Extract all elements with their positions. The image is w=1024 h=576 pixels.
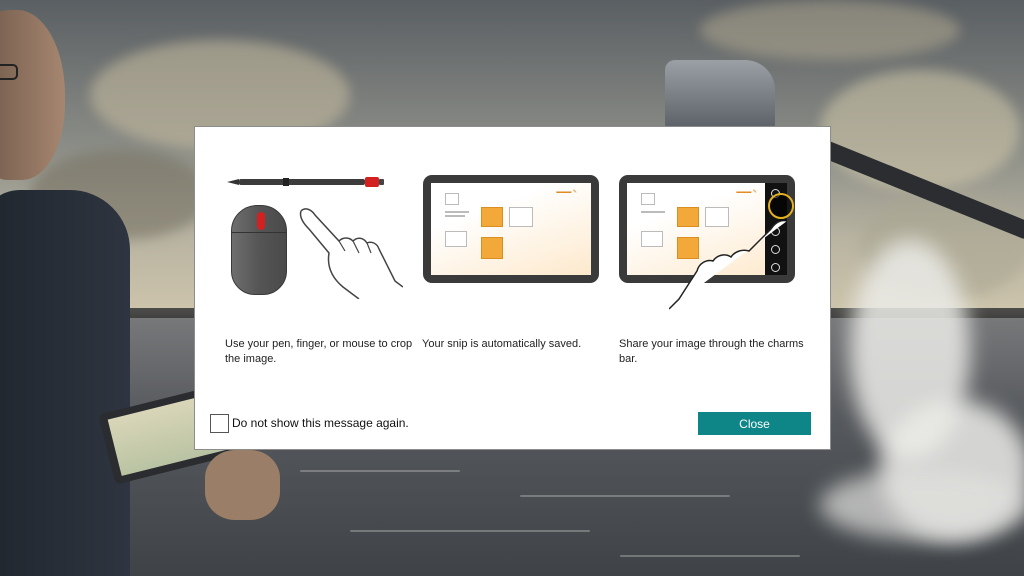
do-not-show-again-checkbox[interactable] <box>210 413 229 433</box>
do-not-show-again-label[interactable]: Do not show this message again. <box>232 416 409 430</box>
pen-icon <box>227 177 384 187</box>
background-wave <box>620 555 800 557</box>
step-caption-share: Share your image through the charms bar. <box>619 338 804 365</box>
background-hand <box>205 450 280 520</box>
background-water-spray <box>820 470 1024 540</box>
illustration-crop <box>223 167 403 299</box>
tablet-icon: ▬▬▬ ✎ <box>423 175 599 283</box>
illustration-share: ▬▬▬ ✎ <box>619 167 799 310</box>
step-caption-crop: Use your pen, finger, or mouse to crop t… <box>225 338 413 365</box>
background-cloud <box>820 70 1020 190</box>
background-wave <box>520 495 730 497</box>
mouse-icon <box>231 205 287 295</box>
close-button[interactable]: Close <box>698 412 811 435</box>
background-cloud <box>700 0 960 60</box>
background-wave <box>350 530 590 532</box>
snipping-intro-dialog: ▬▬▬ ✎ ▬▬▬ ✎ Use your pen, finger, or mou… <box>194 126 831 450</box>
tablet-icon: ▬▬▬ ✎ <box>619 175 795 310</box>
glasses-icon <box>0 64 18 80</box>
finger-icon <box>669 221 787 310</box>
background-boat <box>665 60 775 130</box>
background-wave <box>300 470 460 472</box>
background-person <box>0 190 130 576</box>
share-charm-icon <box>768 193 794 219</box>
illustration-saved: ▬▬▬ ✎ <box>423 167 603 297</box>
finger-icon <box>299 208 403 299</box>
step-caption-saved: Your snip is automatically saved. <box>422 338 582 350</box>
do-not-show-again-row[interactable]: Do not show this message again. <box>210 413 409 433</box>
